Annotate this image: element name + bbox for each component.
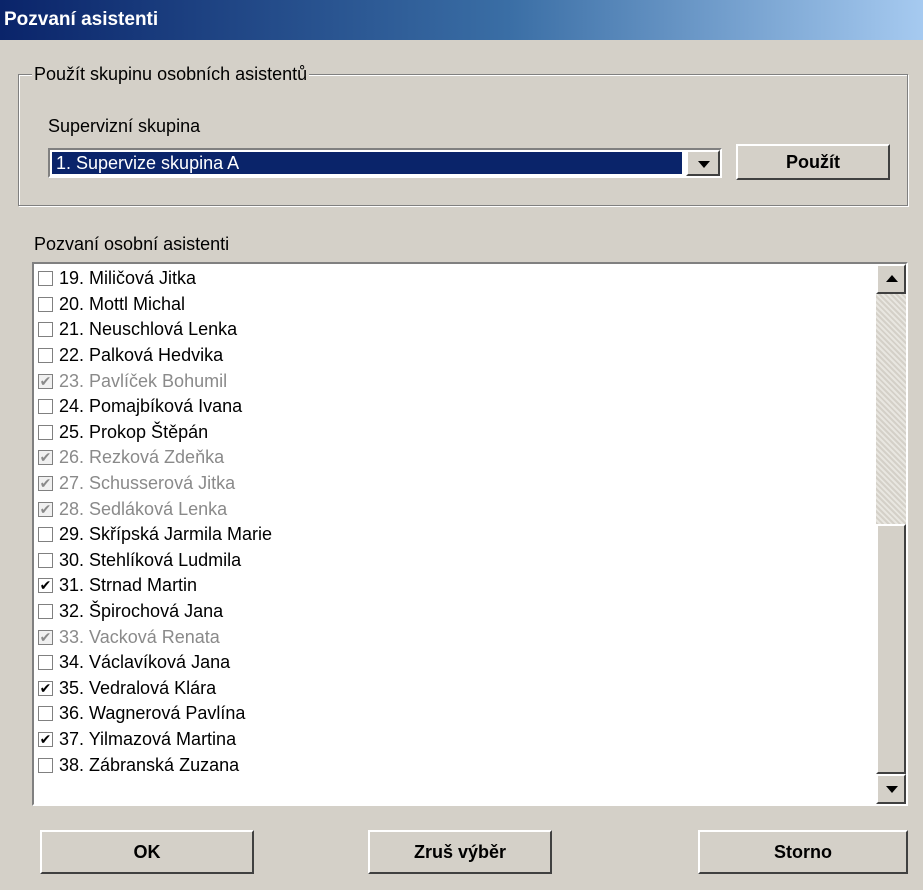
checkbox[interactable] — [38, 322, 53, 338]
checkbox[interactable] — [38, 604, 53, 620]
list-item-label: 29. Skřípská Jarmila Marie — [59, 524, 273, 545]
combo-dropdown-button[interactable] — [686, 150, 720, 176]
checkbox: ✔ — [38, 628, 53, 645]
apply-group-button[interactable]: Použít — [736, 144, 890, 180]
list-item: ✔ 33. Vacková Renata — [38, 624, 272, 650]
checkbox[interactable] — [38, 348, 53, 364]
list-item: ✔ 28. Sedláková Lenka — [38, 496, 272, 522]
list-item-label: 37. Yilmazová Martina — [59, 728, 237, 749]
list-item-label: 19. Miličová Jitka — [59, 268, 197, 289]
invited-assistants-label: Pozvaní osobní asistenti — [34, 234, 230, 254]
list-item-label: 36. Wagnerová Pavlína — [59, 703, 246, 724]
checkbox: ✔ — [38, 475, 53, 492]
scroll-down-button[interactable] — [876, 774, 906, 804]
chevron-down-icon — [698, 161, 710, 168]
checkbox[interactable] — [38, 424, 53, 440]
list-item: ✔ 26. Rezková Zdeňka — [38, 445, 272, 471]
list-item[interactable]: 19. Miličová Jitka — [38, 266, 272, 292]
group-legend: Použít skupinu osobních asistentů — [32, 62, 310, 86]
list-item: ✔ 23. Pavlíček Bohumil — [38, 368, 272, 394]
scroll-up-button[interactable] — [876, 264, 906, 294]
checkbox[interactable] — [38, 655, 53, 671]
checkbox[interactable] — [38, 757, 53, 773]
supervision-group-value: 1. Supervize skupina A — [51, 151, 683, 175]
window-title: Pozvaní asistenti — [0, 0, 923, 40]
supervision-group-select[interactable]: 1. Supervize skupina A — [48, 148, 722, 178]
list-item-label: 30. Stehlíková Ludmila — [59, 549, 242, 570]
checkbox[interactable] — [38, 552, 53, 568]
list-item-label: 28. Sedláková Lenka — [59, 498, 228, 519]
checkbox: ✔ — [38, 372, 53, 389]
arrow-down-icon — [886, 786, 898, 793]
list-item-label: 21. Neuschlová Lenka — [59, 319, 238, 340]
checkbox[interactable] — [38, 399, 53, 415]
list-item[interactable]: 21. Neuschlová Lenka — [38, 317, 272, 343]
list-item[interactable]: 24. Pomajbíková Ivana — [38, 394, 272, 420]
arrow-up-icon — [886, 275, 898, 282]
list-item-label: 32. Špirochová Jana — [59, 601, 224, 622]
scroll-thumb[interactable] — [876, 524, 906, 774]
list-item[interactable]: ✔ 37. Yilmazová Martina — [38, 727, 272, 753]
checkbox[interactable] — [38, 296, 53, 312]
list-item-label: 23. Pavlíček Bohumil — [59, 370, 228, 391]
list-item-label: 20. Mottl Michal — [59, 293, 186, 314]
cancel-button[interactable]: Storno — [698, 830, 908, 874]
checkbox[interactable] — [38, 271, 53, 287]
list-item-label: 33. Vacková Renata — [59, 626, 220, 647]
supervision-group-label: Supervizní skupina — [48, 116, 201, 136]
list-item[interactable]: 25. Prokop Štěpán — [38, 420, 272, 446]
clear-selection-button[interactable]: Zruš výběr — [368, 830, 552, 874]
list-item[interactable]: 32. Špirochová Jana — [38, 599, 272, 625]
checkbox[interactable] — [38, 527, 53, 543]
list-item[interactable]: 22. Palková Hedvika — [38, 343, 272, 369]
list-item-label: 25. Prokop Štěpán — [59, 421, 209, 442]
list-item-label: 31. Strnad Martin — [59, 575, 198, 596]
list-item-label: 24. Pomajbíková Ivana — [59, 396, 243, 417]
list-item-label: 22. Palková Hedvika — [59, 345, 224, 366]
checkbox[interactable] — [38, 706, 53, 722]
checkbox: ✔ — [38, 449, 53, 466]
checkbox[interactable]: ✔ — [38, 578, 53, 594]
list-item: ✔ 27. Schusserová Jitka — [38, 471, 272, 497]
list-item[interactable]: ✔ 31. Strnad Martin — [38, 573, 272, 599]
invited-assistants-list[interactable]: 19. Miličová Jitka 20. Mottl Michal 21. Ne… — [32, 262, 908, 806]
list-item-label: 35. Vedralová Klára — [59, 677, 217, 698]
list-item[interactable]: ✔ 35. Vedralová Klára — [38, 676, 272, 702]
list-item[interactable]: 20. Mottl Michal — [38, 292, 272, 318]
list-item-label: 38. Zábranská Zuzana — [59, 754, 240, 775]
list-items: 19. Miličová Jitka 20. Mottl Michal 21. Ne… — [38, 266, 272, 778]
list-item[interactable]: 34. Václavíková Jana — [38, 650, 272, 676]
list-item[interactable]: 29. Skřípská Jarmila Marie — [38, 522, 272, 548]
vertical-scrollbar[interactable] — [876, 264, 906, 804]
checkbox[interactable]: ✔ — [38, 680, 53, 696]
list-item[interactable]: 30. Stehlíková Ludmila — [38, 548, 272, 574]
list-item[interactable]: 38. Zábranská Zuzana — [38, 752, 272, 778]
assistant-group-box — [18, 74, 908, 206]
list-item-label: 34. Václavíková Jana — [59, 652, 231, 673]
checkbox: ✔ — [38, 500, 53, 517]
list-item-label: 26. Rezková Zdeňka — [59, 447, 225, 468]
list-item[interactable]: 36. Wagnerová Pavlína — [38, 701, 272, 727]
checkbox[interactable]: ✔ — [38, 731, 53, 747]
list-item-label: 27. Schusserová Jitka — [59, 473, 236, 494]
ok-button[interactable]: OK — [40, 830, 254, 874]
